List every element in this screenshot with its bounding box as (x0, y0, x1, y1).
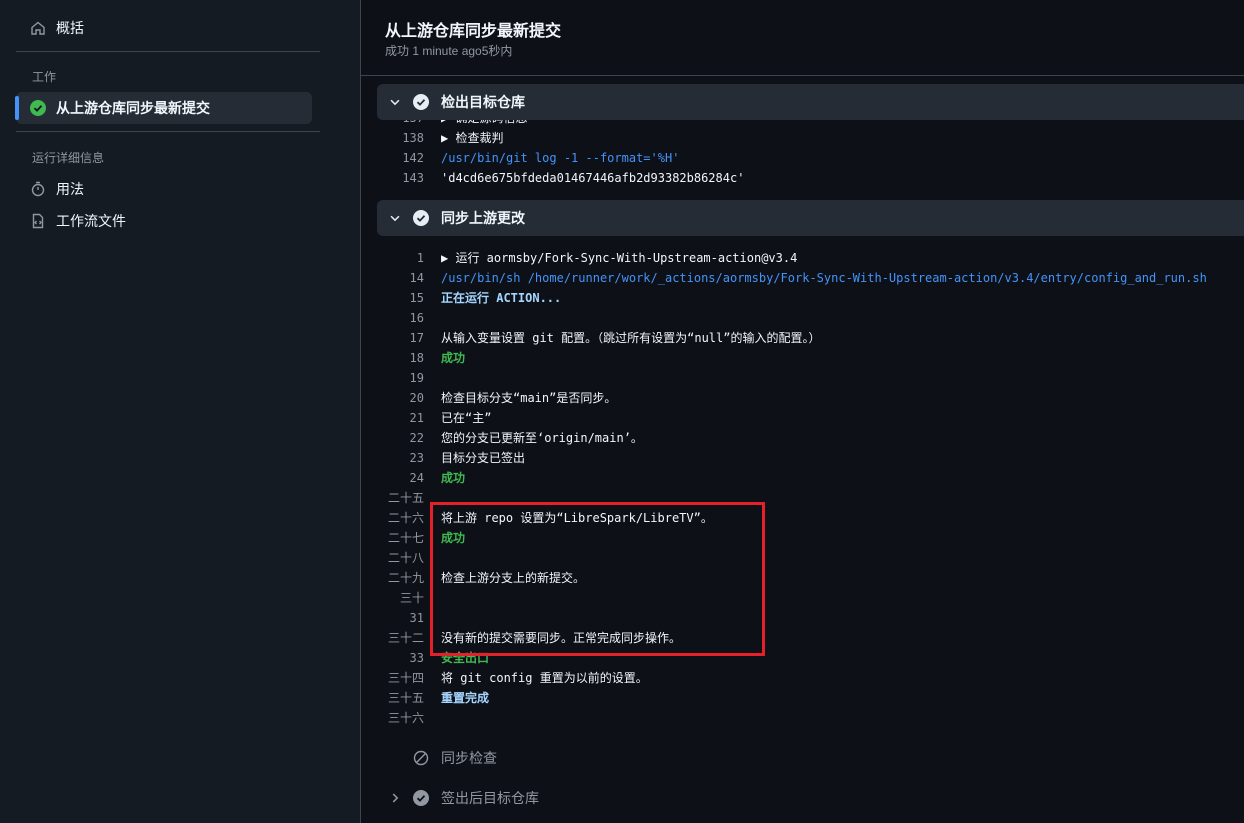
sidebar-item-usage[interactable]: 用法 (16, 173, 312, 205)
step-header-checkout[interactable]: 检出目标仓库 (377, 84, 1244, 120)
check-circle-fill-icon (30, 100, 46, 116)
file-code-icon (30, 213, 46, 229)
log-line: 19 (409, 371, 424, 385)
step-title: 检出目标仓库 (441, 94, 525, 110)
log-line: 31 (409, 611, 424, 625)
sidebar-item-label: 概括 (56, 20, 84, 36)
log-line: 二十九 检查上游分支上的新提交。 (387, 571, 586, 585)
chevron-right-icon (387, 790, 403, 806)
log-line: 二十八 (387, 551, 424, 565)
log-line: 22 您的分支已更新至‘origin/main’。 (409, 431, 643, 445)
log-line: 20 检查目标分支“main”是否同步。 (409, 391, 617, 405)
check-circle-fill-icon (413, 790, 429, 806)
sidebar: 概括 工作 从上游仓库同步最新提交 运行详细信息 用法 工作流文件 (0, 0, 361, 823)
log-line: 15 正在运行 ACTION... (409, 291, 562, 305)
log-line: 三十 (399, 591, 424, 605)
job-status-text: 成功 1 minute ago5秒内 (385, 44, 513, 58)
log-line: 二十六 将上游 repo 设置为“LibreSpark/LibreTV”。 (387, 511, 713, 525)
log-line: 21 已在“主” (409, 411, 492, 425)
section-label-jobs: 工作 (32, 70, 57, 84)
sidebar-item-overview[interactable]: 概括 (16, 12, 312, 44)
log-sync: 1 ▶ 运行 aormsby/Fork-Sync-With-Upstream-ac… (377, 248, 1244, 728)
step-row-post-checkout[interactable]: 签出后目标仓库 (377, 780, 1244, 816)
log-line: 三十四将 git config 重置为以前的设置。 (387, 671, 648, 685)
step-title: 同步上游更改 (441, 210, 525, 226)
step-header-sync[interactable]: 同步上游更改 (377, 200, 1244, 236)
chevron-down-icon (387, 210, 403, 226)
home-icon (30, 20, 46, 36)
step-row-sync-check[interactable]: 同步检查 (377, 740, 1244, 776)
log-checkout: 137▶ 确定源码信息 138▶ 检查裁判 142/usr/bin/git lo… (377, 120, 1244, 188)
sidebar-item-job-sync[interactable]: 从上游仓库同步最新提交 (15, 92, 312, 124)
log-line: 138 ▶ 检查裁判 (402, 131, 504, 145)
skipped-icon (413, 750, 429, 766)
log-line: 17 从输入变量设置 git 配置。（跳过所有设置为“null”的输入的配置。） (409, 331, 821, 345)
divider (16, 51, 320, 52)
check-circle-fill-icon (413, 210, 429, 226)
log-line: 24 成功 (409, 471, 466, 485)
sidebar-item-label: 工作流文件 (56, 213, 126, 229)
log-line: 16 (409, 311, 424, 325)
chevron-down-icon (387, 94, 403, 110)
log-line: 142/usr/bin/git log -1 --format='%H' (402, 151, 680, 165)
section-label-run-details: 运行详细信息 (32, 151, 105, 165)
sidebar-item-label: 用法 (56, 181, 84, 197)
stopwatch-icon (30, 181, 46, 197)
step-title: 同步检查 (441, 750, 497, 766)
log-line: 二十七 成功 (387, 531, 466, 545)
log-line: 23 目标分支已签出 (409, 451, 526, 465)
sidebar-item-workflow-file[interactable]: 工作流文件 (16, 205, 312, 237)
log-line: 三十五 重置完成 (387, 691, 490, 705)
job-header: 从上游仓库同步最新提交 成功 1 minute ago5秒内 (361, 0, 1244, 76)
log-line: 三十六 (387, 711, 424, 725)
check-circle-fill-icon (413, 94, 429, 110)
log-line: 14/usr/bin/sh /home/runner/work/_actions… (409, 271, 1207, 285)
page-title: 从上游仓库同步最新提交 (385, 23, 562, 40)
log-line: 三十二 没有新的提交需要同步。正常完成同步操作。 (387, 631, 682, 645)
log-line: 1 ▶ 运行 aormsby/Fork-Sync-With-Upstream-ac… (416, 251, 798, 265)
sidebar-item-label: 从上游仓库同步最新提交 (56, 100, 210, 116)
log-line: 18 成功 (409, 351, 466, 365)
log-line: 二十五 (387, 491, 424, 505)
divider (16, 131, 320, 132)
step-title: 签出后目标仓库 (441, 790, 539, 806)
log-line: 143'd4cd6e675bfdeda01467446afb2d93382b86… (402, 171, 745, 185)
log-line: 137▶ 确定源码信息 (377, 120, 1244, 128)
log-line: 33 安全出口 (409, 651, 490, 665)
